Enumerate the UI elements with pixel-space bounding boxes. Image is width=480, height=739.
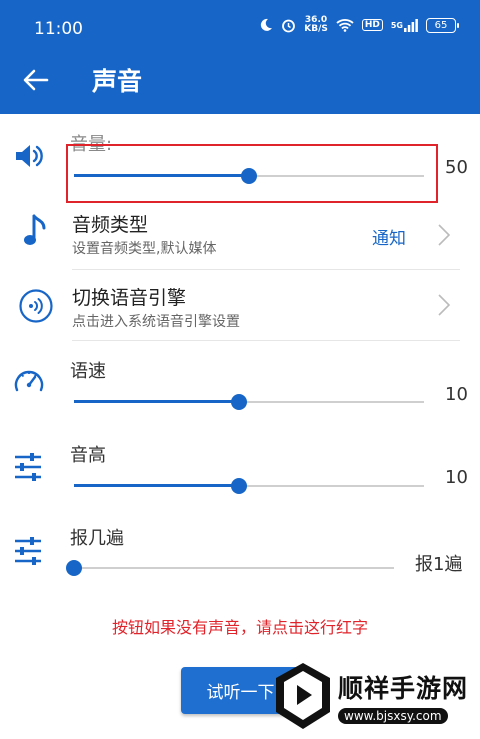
watermark: 顺祥手游网 www.bjsxsy.com [272,661,468,731]
status-icons: 36.0 KB/S HD 5G 65 [259,15,459,34]
repeat-slider-thumb[interactable] [66,560,82,576]
volume-slider-thumb[interactable] [241,168,257,184]
signal-icon: 5G [391,18,418,32]
speed-slider-fill [74,400,239,403]
page-title: 声音 [92,67,143,96]
chevron-right-icon [438,224,450,246]
back-arrow-icon [23,69,49,91]
audio-type-row[interactable]: 音频类型 设置音频类型,默认媒体 通知 [0,200,480,270]
music-note-icon [22,214,50,254]
back-button[interactable] [20,64,52,96]
equalizer-icon [13,536,43,570]
watermark-name: 顺祥手游网 [338,673,469,703]
divider [72,269,460,270]
pitch-value: 10 [445,467,468,488]
speaker-icon [13,140,45,176]
hd-badge: HD [361,19,383,31]
audio-type-value: 通知 [372,229,406,249]
network-speed: 36.0 KB/S [304,15,328,34]
speed-label: 语速 [70,361,106,382]
app-header: 11:00 36.0 KB/S HD 5G 65 声音 [0,0,480,114]
speed-slider-thumb[interactable] [230,394,247,410]
watermark-logo-icon [276,663,330,729]
repeat-slider[interactable] [66,556,394,580]
repeat-value: 报1遍 [415,554,463,575]
speed-slider[interactable] [74,390,424,414]
audio-type-title: 音频类型 [72,214,149,236]
pitch-slider[interactable] [74,474,424,498]
volume-slider[interactable] [74,164,424,188]
volume-value: 50 [445,157,468,178]
equalizer-icon [13,452,43,486]
voice-engine-row[interactable]: 切换语音引擎 点击进入系统语音引擎设置 [0,271,480,341]
audio-type-subtitle: 设置音频类型,默认媒体 [72,241,217,257]
chevron-right-icon [438,294,450,316]
moon-icon [259,18,273,32]
volume-slider-fill [74,174,249,177]
speed-value: 10 [445,384,468,405]
pitch-slider-fill [74,484,239,487]
pitch-label: 音高 [70,445,106,466]
pitch-slider-thumb[interactable] [230,478,247,494]
battery-indicator: 65 [426,17,459,33]
watermark-url: www.bjsxsy.com [338,707,448,724]
alarm-icon [281,18,296,33]
status-time: 11:00 [34,19,83,39]
divider [72,340,460,341]
repeat-slider-track [74,567,394,569]
voice-engine-title: 切换语音引擎 [72,287,187,309]
speedometer-icon [13,366,45,398]
sound-wave-icon [18,288,54,328]
voice-engine-subtitle: 点击进入系统语音引擎设置 [72,314,240,330]
repeat-label: 报几遍 [70,528,124,549]
no-sound-hint-link[interactable]: 按钮如果没有声音，请点击这行红字 [0,614,480,638]
wifi-icon [336,18,354,32]
